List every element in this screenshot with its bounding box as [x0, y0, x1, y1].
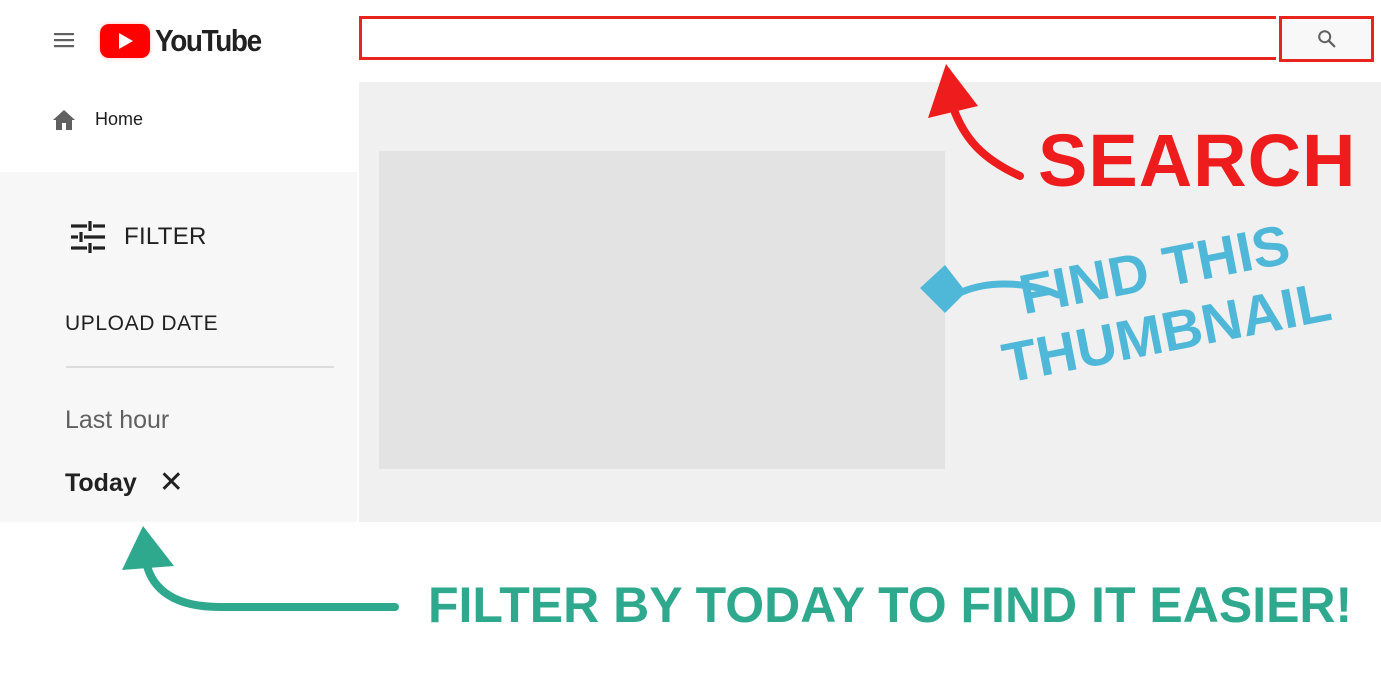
- search-button[interactable]: [1279, 16, 1374, 62]
- filter-option-last-hour[interactable]: Last hour: [65, 406, 169, 435]
- filter-sliders-icon: [71, 221, 105, 253]
- filter-option-today[interactable]: Today ✕: [65, 468, 184, 498]
- filter-arrowhead: [122, 526, 174, 570]
- youtube-wordmark: YouTube: [155, 23, 262, 58]
- filter-arrow: [142, 558, 399, 611]
- divider: [66, 366, 334, 368]
- filter-toggle-button[interactable]: FILTER: [70, 217, 207, 257]
- home-icon: [53, 110, 75, 130]
- close-icon[interactable]: ✕: [159, 468, 184, 498]
- video-thumbnail[interactable]: [379, 151, 945, 469]
- filter-option-label: Today: [65, 468, 137, 497]
- search-input[interactable]: [359, 16, 1276, 60]
- sidebar-item-label: Home: [95, 109, 144, 129]
- filter-label: FILTER: [124, 223, 207, 250]
- filter-tip-annotation: FILTER BY TODAY TO FIND IT EASIER!: [428, 577, 1353, 633]
- youtube-logo[interactable]: YouTube: [100, 22, 273, 60]
- sidebar-item-home[interactable]: Home: [0, 92, 357, 148]
- menu-button[interactable]: [54, 29, 76, 51]
- upload-date-heading: UPLOAD DATE: [65, 312, 219, 335]
- search-icon: [1317, 30, 1335, 48]
- youtube-play-icon: [100, 24, 150, 58]
- search-annotation: SEARCH: [1038, 119, 1357, 202]
- menu-icon[interactable]: [54, 29, 76, 51]
